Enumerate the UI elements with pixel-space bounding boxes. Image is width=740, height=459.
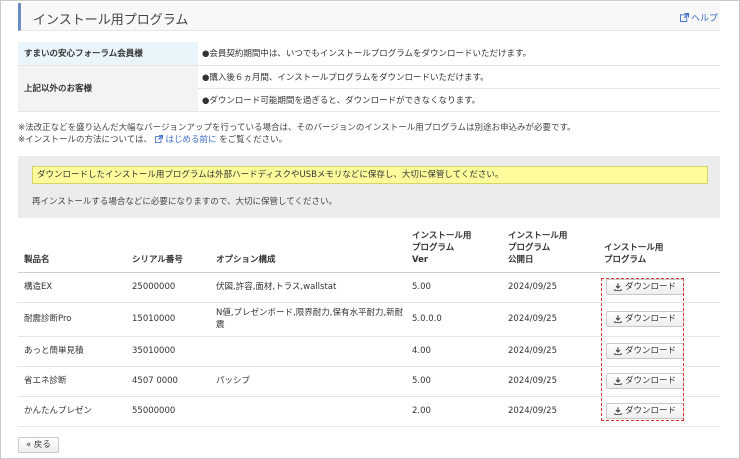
member-label: すまいの安心フォーラム会員様 <box>18 42 198 66</box>
member-value: ●会員契約期間中は、いつでもインストールプログラムをダウンロードいただけます。 <box>198 42 720 66</box>
others-value-1: ●購入後６ヵ月間、インストールプログラムをダウンロードいただけます。 <box>198 64 720 89</box>
page-title: インストール用プログラム <box>33 13 189 28</box>
note-line-2-prefix: ※インストールの方法については、 <box>18 135 153 145</box>
download-button[interactable]: ダウンロード <box>606 373 685 389</box>
external-link-icon <box>679 13 689 22</box>
header-date: インストール用 プログラム 公開日 <box>502 228 598 273</box>
notice-box: ダウンロードしたインストール用プログラムは外部ハードディスクやUSBメモリなどに… <box>18 156 720 218</box>
serial-number: 55000000 <box>126 396 210 427</box>
others-label: 上記以外のお客様 <box>18 64 198 112</box>
publish-date: 2024/09/25 <box>502 302 598 337</box>
publish-date: 2024/09/25 <box>502 272 598 303</box>
header-date-line-2: プログラム <box>508 242 551 253</box>
download-icon <box>614 347 622 355</box>
option-config: N値,プレゼンボード,限界耐力,保有水平耐力,新耐震 <box>210 302 406 337</box>
option-config: 伏図,許容,面材,トラス,wallstat <box>210 272 406 303</box>
publish-date: 2024/09/25 <box>502 396 598 427</box>
header-ver-line-2: プログラム <box>412 242 455 253</box>
serial-number: 15010000 <box>126 302 210 337</box>
table-row: かんたんプレゼン 55000000 2.00 2024/09/25 ダウンロード <box>18 396 720 427</box>
info-row-member: すまいの安心フォーラム会員様 ●会員契約期間中は、いつでもインストールプログラム… <box>18 42 720 66</box>
info-table: すまいの安心フォーラム会員様 ●会員契約期間中は、いつでもインストールプログラム… <box>18 42 720 112</box>
note-line-2-suffix: をご覧ください。 <box>219 135 288 145</box>
download-icon <box>614 407 622 415</box>
external-link-icon <box>154 134 163 143</box>
header-ver-line-3: Ver <box>412 254 429 265</box>
note-line-1: ※法改正などを盛り込んだ大幅なバージョンアップを行っている場合は、そのバージョン… <box>18 123 576 133</box>
header-program-line-2: プログラム <box>604 254 647 265</box>
program-ver: 5.00 <box>406 272 502 303</box>
download-button[interactable]: ダウンロード <box>606 343 685 359</box>
product-name: 構造EX <box>18 272 126 303</box>
download-label: ダウンロード <box>625 314 677 324</box>
header-option: オプション構成 <box>210 228 406 273</box>
serial-number: 35010000 <box>126 336 210 367</box>
note-line-2: ※インストールの方法については、 はじめる前に をご覧ください。 <box>18 134 576 146</box>
header-ver: インストール用 プログラム Ver <box>406 228 502 273</box>
publish-date: 2024/09/25 <box>502 366 598 397</box>
download-icon <box>614 377 622 385</box>
help-label: ヘルプ <box>690 14 718 24</box>
header-date-line-1: インストール用 <box>508 230 568 241</box>
getting-started-link[interactable]: はじめる前に <box>165 135 216 145</box>
header-serial: シリアル番号 <box>126 228 210 273</box>
others-value-2: ●ダウンロード可能期間を過ぎると、ダウンロードができなくなります。 <box>198 88 720 112</box>
product-name: 省エネ診断 <box>18 366 126 397</box>
download-button[interactable]: ダウンロード <box>606 403 685 419</box>
serial-number: 4507 0000 <box>126 366 210 397</box>
info-row-others: 上記以外のお客様 ●購入後６ヵ月間、インストールプログラムをダウンロードいただけ… <box>18 64 720 112</box>
program-ver: 5.0.0.0 <box>406 302 502 337</box>
program-ver: 2.00 <box>406 396 502 427</box>
table-row: 省エネ診断 4507 0000 パッシブ 5.00 2024/09/25 ダウン… <box>18 366 720 397</box>
notes: ※法改正などを盛り込んだ大幅なバージョンアップを行っている場合は、そのバージョン… <box>18 122 576 146</box>
download-icon <box>614 315 622 323</box>
serial-number: 25000000 <box>126 272 210 303</box>
option-config <box>210 396 406 427</box>
table-row: 構造EX 25000000 伏図,許容,面材,トラス,wallstat 5.00… <box>18 272 720 303</box>
download-label: ダウンロード <box>625 376 677 386</box>
download-icon <box>614 283 622 291</box>
download-label: ダウンロード <box>625 406 677 416</box>
header-program-line-1: インストール用 <box>604 242 664 253</box>
notice-sub: 再インストールする場合などに必要になりますので、大切に保管してください。 <box>32 197 337 207</box>
program-ver: 4.00 <box>406 336 502 367</box>
header-name: 製品名 <box>18 228 126 273</box>
back-button[interactable]: « 戻る <box>18 437 59 453</box>
header-ver-line-1: インストール用 <box>412 230 472 241</box>
option-config <box>210 336 406 367</box>
product-name: かんたんプレゼン <box>18 396 126 427</box>
program-ver: 5.00 <box>406 366 502 397</box>
table-header-row: 製品名 シリアル番号 オプション構成 インストール用 プログラム Ver インス… <box>18 228 720 273</box>
highlight-notice: ダウンロードしたインストール用プログラムは外部ハードディスクやUSBメモリなどに… <box>32 166 708 184</box>
title-bar: インストール用プログラム ヘルプ <box>18 3 720 31</box>
download-button[interactable]: ダウンロード <box>606 279 685 295</box>
product-name: 耐震診断Pro <box>18 302 126 337</box>
table-row: 耐震診断Pro 15010000 N値,プレゼンボード,限界耐力,保有水平耐力,… <box>18 302 720 337</box>
product-table: 製品名 シリアル番号 オプション構成 インストール用 プログラム Ver インス… <box>18 228 720 427</box>
header-program: インストール用 プログラム <box>598 228 720 273</box>
download-label: ダウンロード <box>625 346 677 356</box>
option-config: パッシブ <box>210 366 406 397</box>
download-button[interactable]: ダウンロード <box>606 311 685 327</box>
product-name: あっと簡単見積 <box>18 336 126 367</box>
table-row: あっと簡単見積 35010000 4.00 2024/09/25 ダウンロード <box>18 336 720 367</box>
header-date-line-3: 公開日 <box>508 254 534 265</box>
publish-date: 2024/09/25 <box>502 336 598 367</box>
download-label: ダウンロード <box>625 282 677 292</box>
help-link[interactable]: ヘルプ <box>679 11 718 24</box>
